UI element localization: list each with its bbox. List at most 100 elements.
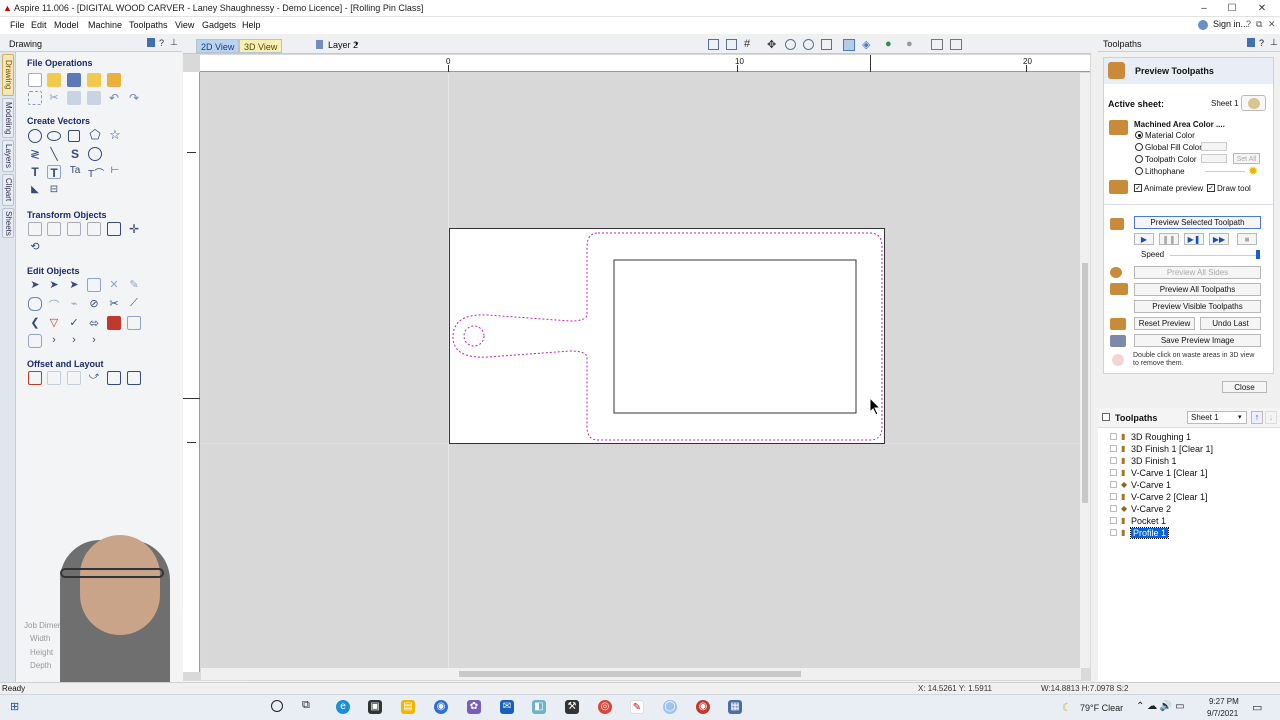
aspire-taskbar-icon[interactable]: ✎ bbox=[630, 700, 644, 714]
node-edit-icon[interactable]: ➤ bbox=[47, 278, 61, 292]
zoom-in-icon[interactable] bbox=[785, 39, 796, 50]
bitmap-trace-icon[interactable] bbox=[107, 316, 121, 330]
curve-icon[interactable]: S bbox=[68, 147, 82, 161]
mail-icon[interactable]: ✉ bbox=[500, 700, 514, 714]
zoom-all-icon[interactable] bbox=[821, 39, 832, 50]
animate-preview-checkbox[interactable]: ✓ bbox=[1134, 184, 1142, 192]
toolpath-item[interactable]: Pocket 1 bbox=[1131, 516, 1166, 526]
draw-tool-checkbox[interactable]: ✓ bbox=[1207, 184, 1215, 192]
set-size-icon[interactable] bbox=[47, 222, 61, 236]
search-icon[interactable] bbox=[271, 700, 283, 712]
toolpaths-all-checkbox[interactable] bbox=[1102, 413, 1110, 421]
toolpath-checkbox[interactable] bbox=[1110, 433, 1117, 440]
save-icon[interactable] bbox=[67, 73, 81, 87]
radio-lithophane[interactable] bbox=[1135, 167, 1143, 175]
scroll-thumb[interactable] bbox=[1082, 263, 1088, 503]
snap-icon[interactable] bbox=[843, 39, 855, 51]
chevron-right-icon[interactable]: › bbox=[87, 334, 101, 348]
tab-layers[interactable]: Layers bbox=[2, 140, 14, 172]
clock-time[interactable]: 9:27 PM bbox=[1209, 697, 1239, 706]
tab-drawing[interactable]: Drawing bbox=[2, 54, 14, 96]
stop-button[interactable]: ■ bbox=[1237, 233, 1257, 245]
draw-tool-icon[interactable]: ✎ bbox=[127, 278, 141, 292]
material-board[interactable] bbox=[449, 228, 885, 444]
preview-all-sides-button[interactable]: Preview All Sides bbox=[1134, 266, 1261, 279]
shade-icon[interactable]: ● bbox=[885, 38, 892, 50]
pin-icon[interactable] bbox=[1247, 38, 1255, 47]
measure-icon[interactable]: ⊟ bbox=[47, 184, 61, 198]
polyline-icon[interactable]: ≷ bbox=[28, 147, 42, 161]
tab-sheets[interactable]: Sheets bbox=[2, 208, 14, 238]
fast-forward-button[interactable]: ▶▶ bbox=[1209, 233, 1229, 245]
close-vectors-icon[interactable]: ⊘ bbox=[87, 297, 101, 311]
cut-icon[interactable]: ✂ bbox=[47, 91, 61, 105]
undo-last-button[interactable]: Undo Last bbox=[1200, 317, 1261, 330]
grid-icon[interactable]: # bbox=[744, 38, 750, 50]
toolpath-item[interactable]: 3D Roughing 1 bbox=[1131, 432, 1191, 442]
close-doc-icon[interactable]: ✕ bbox=[1268, 19, 1276, 30]
auto-hide-icon[interactable]: ⊥ bbox=[1270, 37, 1278, 48]
toolpath-checkbox[interactable] bbox=[1110, 517, 1117, 524]
import-icon[interactable] bbox=[87, 73, 101, 87]
distortion-icon[interactable]: ✛ bbox=[127, 222, 141, 236]
help-icon[interactable]: ? bbox=[1246, 19, 1251, 29]
mirror-icon[interactable] bbox=[87, 222, 101, 236]
menu-help[interactable]: Help bbox=[242, 20, 261, 30]
reset-preview-button[interactable]: Reset Preview bbox=[1134, 317, 1195, 330]
undo-icon[interactable]: ↶ bbox=[107, 91, 121, 105]
horizontal-scrollbar[interactable] bbox=[201, 668, 1081, 680]
copy-icon[interactable] bbox=[67, 91, 81, 105]
recorder-icon[interactable]: ◯ bbox=[663, 700, 677, 714]
trim-icon[interactable]: ⌁ bbox=[67, 297, 81, 311]
move-down-icon[interactable]: ↓ bbox=[1265, 411, 1277, 424]
layer-selector[interactable]: Layer 2 bbox=[328, 40, 358, 50]
menu-toolpaths[interactable]: Toolpaths bbox=[129, 20, 168, 30]
menu-edit[interactable]: Edit bbox=[31, 20, 47, 30]
curve-fit-icon[interactable]: ⟋ bbox=[127, 297, 141, 311]
calculator-icon[interactable]: ▦ bbox=[728, 700, 742, 714]
weld-icon[interactable] bbox=[28, 297, 42, 311]
fillet-icon[interactable]: ◣ bbox=[28, 184, 42, 198]
vector-validator-icon[interactable]: ◈ bbox=[862, 38, 870, 51]
set-all-button[interactable]: Set All bbox=[1233, 153, 1260, 164]
menu-machine[interactable]: Machine bbox=[88, 20, 122, 30]
check-icon[interactable]: ✓ bbox=[67, 316, 81, 330]
store-icon[interactable]: ▣ bbox=[368, 700, 382, 714]
close-window-button[interactable]: ✕ bbox=[1248, 0, 1276, 17]
copy-along-vectors-icon[interactable]: ⤻ bbox=[87, 371, 101, 385]
help-icon[interactable]: ? bbox=[159, 38, 164, 48]
tab-modeling[interactable]: Modeling bbox=[2, 98, 14, 138]
polygon-icon[interactable]: ⬠ bbox=[88, 128, 102, 142]
toolpath-item[interactable]: V-Carve 1 bbox=[1131, 480, 1171, 490]
rotation-tool-icon[interactable]: ⟲ bbox=[28, 240, 42, 254]
sign-in-link[interactable]: Sign in... bbox=[1213, 19, 1248, 29]
sheet-select[interactable]: Sheet 1 ▾ bbox=[1187, 411, 1247, 424]
tab-clipart[interactable]: Clipart bbox=[2, 174, 14, 206]
rendered-icon[interactable]: ● bbox=[906, 38, 913, 50]
fillet-tool-icon[interactable] bbox=[28, 334, 42, 348]
join-icon[interactable]: ⌒ bbox=[47, 297, 61, 312]
scroll-thumb[interactable] bbox=[459, 671, 801, 677]
pin-icon[interactable] bbox=[147, 38, 155, 47]
star-icon[interactable]: ☆ bbox=[108, 128, 122, 142]
layout-1-icon[interactable] bbox=[931, 39, 943, 50]
step-forward-button[interactable]: ▶❚ bbox=[1184, 233, 1204, 245]
circular-array-icon[interactable] bbox=[67, 371, 81, 385]
save-preview-image-button[interactable]: Save Preview Image bbox=[1134, 334, 1261, 347]
array-copy-icon[interactable] bbox=[47, 371, 61, 385]
toolpath-item[interactable]: 3D Finish 1 [Clear 1] bbox=[1131, 444, 1213, 454]
chrome-alt-icon[interactable]: ◉ bbox=[434, 700, 448, 714]
toolpath-checkbox[interactable] bbox=[1110, 457, 1117, 464]
vertical-scrollbar[interactable] bbox=[1080, 73, 1090, 668]
select-tool-icon[interactable]: ➤ bbox=[28, 278, 42, 292]
app-icon[interactable]: ◉ bbox=[696, 700, 710, 714]
arrow-both-icon[interactable]: ⬄ bbox=[87, 316, 101, 330]
sun-icon[interactable]: ✹ bbox=[1248, 164, 1258, 178]
menu-view[interactable]: View bbox=[175, 20, 194, 30]
rectangle-icon[interactable] bbox=[68, 130, 80, 142]
menu-gadgets[interactable]: Gadgets bbox=[202, 20, 236, 30]
move-up-icon[interactable]: ↑ bbox=[1251, 411, 1263, 424]
toolpath-item[interactable]: V-Carve 2 [Clear 1] bbox=[1131, 492, 1208, 502]
ellipse-icon[interactable] bbox=[47, 131, 61, 141]
toolpath-item[interactable]: 3D Finish 1 bbox=[1131, 456, 1177, 466]
